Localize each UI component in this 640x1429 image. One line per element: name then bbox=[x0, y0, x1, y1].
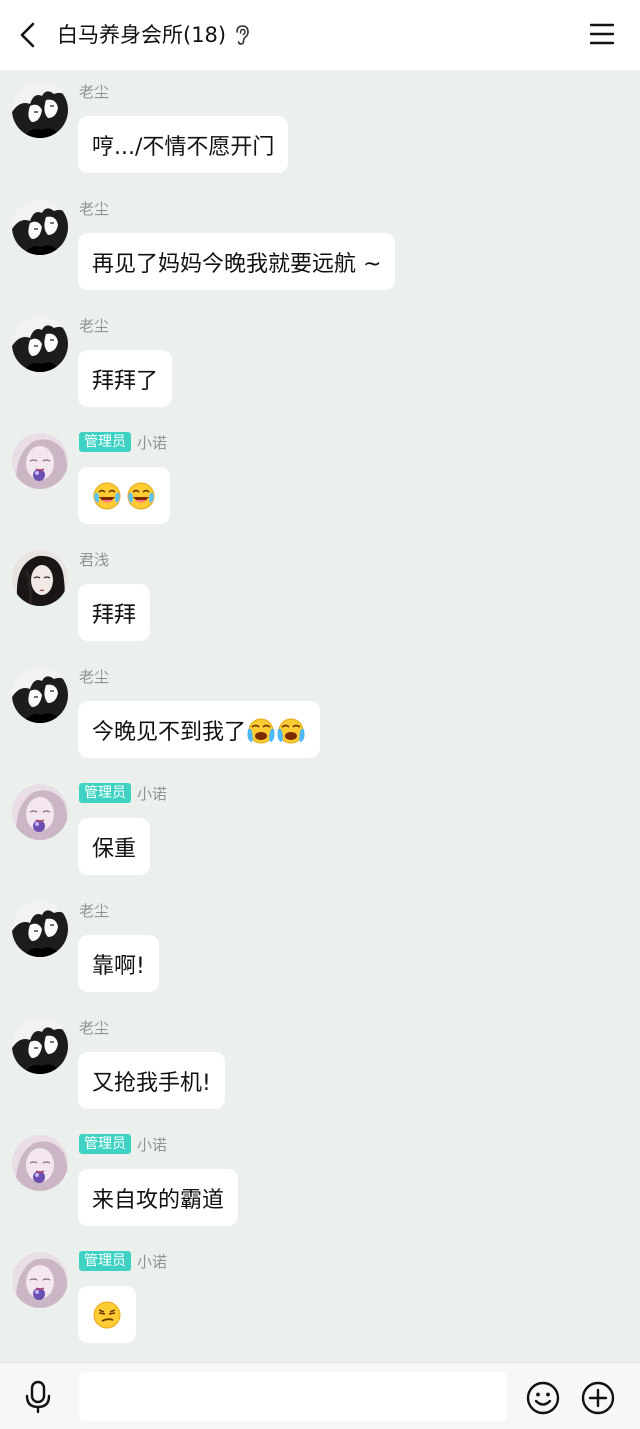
message-item: 君浅 拜拜 bbox=[0, 538, 640, 655]
top-bar: 白马养身会所(18) bbox=[0, 0, 640, 70]
smiley-icon[interactable] bbox=[526, 1381, 560, 1415]
sender-name: 小诺 bbox=[137, 433, 168, 452]
message-text: 又抢我手机! bbox=[92, 1070, 211, 1096]
message-item: 老尘 今晚见不到我了 bbox=[0, 655, 640, 772]
message-bubble[interactable]: 靠啊! bbox=[78, 935, 159, 992]
message-text: 拜拜了 bbox=[92, 368, 159, 394]
avatar[interactable] bbox=[12, 667, 68, 723]
chat-title: 白马养身会所(18) bbox=[57, 23, 227, 47]
message-meta: 管理员 小诺 bbox=[79, 1250, 167, 1272]
avatar[interactable] bbox=[12, 82, 68, 138]
message-bubble[interactable]: 拜拜了 bbox=[78, 350, 173, 407]
sender-name: 老尘 bbox=[79, 901, 110, 920]
admin-badge: 管理员 bbox=[79, 1134, 131, 1154]
laughing-tears-emoji bbox=[93, 481, 121, 510]
message-item: 管理员 小诺 保重 bbox=[0, 772, 640, 889]
message-item: 老尘 又抢我手机! bbox=[0, 1006, 640, 1123]
microphone-icon[interactable] bbox=[22, 1380, 54, 1414]
message-text: 保重 bbox=[92, 836, 137, 862]
message-meta: 老尘 bbox=[79, 899, 109, 921]
avatar[interactable] bbox=[12, 901, 68, 957]
avatar[interactable] bbox=[12, 1018, 68, 1074]
message-bubble[interactable]: 今晚见不到我了 bbox=[78, 701, 321, 758]
loudly-crying-emoji bbox=[246, 717, 276, 744]
avatar[interactable] bbox=[12, 1135, 68, 1191]
plus-icon[interactable] bbox=[581, 1381, 615, 1415]
avatar[interactable] bbox=[12, 1252, 68, 1308]
message-bubble[interactable]: 哼.../不情不愿开门 bbox=[78, 116, 289, 173]
input-bar bbox=[0, 1362, 640, 1429]
sender-name: 老尘 bbox=[79, 1018, 110, 1037]
admin-badge: 管理员 bbox=[79, 1251, 131, 1271]
sender-name: 老尘 bbox=[79, 316, 110, 335]
message-input[interactable] bbox=[79, 1372, 507, 1421]
message-meta: 老尘 bbox=[79, 314, 109, 336]
message-bubble[interactable]: 又抢我手机! bbox=[78, 1052, 225, 1109]
sender-name: 老尘 bbox=[79, 667, 110, 686]
message-meta: 管理员 小诺 bbox=[79, 431, 167, 453]
sender-name: 老尘 bbox=[79, 82, 110, 101]
message-meta: 管理员 小诺 bbox=[79, 782, 167, 804]
message-item: 老尘 靠啊! bbox=[0, 889, 640, 1006]
message-item: 管理员 小诺 来自攻的霸道 bbox=[0, 1123, 640, 1240]
ear-icon bbox=[236, 25, 249, 45]
sender-name: 小诺 bbox=[137, 1252, 168, 1271]
message-item: 老尘 拜拜了 bbox=[0, 304, 640, 421]
message-text: 拜拜 bbox=[92, 602, 137, 628]
message-bubble[interactable]: 拜拜 bbox=[78, 584, 151, 641]
message-bubble[interactable]: 再见了妈妈今晚我就要远航 ~ bbox=[78, 233, 396, 290]
admin-badge: 管理员 bbox=[79, 432, 131, 452]
chat-message-list[interactable]: 老尘 哼.../不情不愿开门 老尘 再见了妈妈今晚我就要远航 ~ 老尘 拜拜了 … bbox=[0, 70, 640, 1362]
laughing-tears-emoji bbox=[127, 481, 155, 510]
avatar[interactable] bbox=[12, 433, 68, 489]
message-text: 靠啊! bbox=[92, 953, 145, 979]
avatar[interactable] bbox=[12, 316, 68, 372]
smirk-emoji bbox=[93, 1300, 121, 1329]
message-meta: 君浅 bbox=[79, 548, 109, 570]
message-item: 老尘 哼.../不情不愿开门 bbox=[0, 70, 640, 187]
message-bubble[interactable]: 来自攻的霸道 bbox=[78, 1169, 239, 1226]
sender-name: 君浅 bbox=[79, 550, 110, 569]
message-meta: 管理员 小诺 bbox=[79, 1133, 167, 1155]
avatar[interactable] bbox=[12, 784, 68, 840]
back-arrow-icon[interactable] bbox=[14, 20, 44, 50]
menu-icon[interactable] bbox=[590, 23, 614, 45]
avatar[interactable] bbox=[12, 199, 68, 255]
message-text: 今晚见不到我了 bbox=[92, 719, 247, 745]
sender-name: 小诺 bbox=[137, 1135, 168, 1154]
message-text: 哼.../不情不愿开门 bbox=[92, 134, 275, 160]
message-item: 老尘 再见了妈妈今晚我就要远航 ~ bbox=[0, 187, 640, 304]
message-bubble[interactable]: 保重 bbox=[78, 818, 151, 875]
message-bubble[interactable] bbox=[78, 467, 170, 524]
message-bubble[interactable] bbox=[78, 1286, 136, 1343]
message-meta: 老尘 bbox=[79, 1016, 109, 1038]
sender-name: 老尘 bbox=[79, 199, 110, 218]
loudly-crying-emoji bbox=[276, 717, 306, 744]
message-item: 管理员 小诺 bbox=[0, 1240, 640, 1357]
avatar[interactable] bbox=[12, 550, 68, 606]
admin-badge: 管理员 bbox=[79, 783, 131, 803]
message-item: 管理员 小诺 bbox=[0, 421, 640, 538]
sender-name: 小诺 bbox=[137, 784, 168, 803]
chat-title-group[interactable]: 白马养身会所(18) bbox=[57, 20, 250, 50]
message-text: 再见了妈妈今晚我就要远航 ~ bbox=[92, 251, 382, 277]
message-meta: 老尘 bbox=[79, 80, 109, 102]
message-meta: 老尘 bbox=[79, 197, 109, 219]
message-meta: 老尘 bbox=[79, 665, 109, 687]
message-text: 来自攻的霸道 bbox=[92, 1187, 225, 1213]
